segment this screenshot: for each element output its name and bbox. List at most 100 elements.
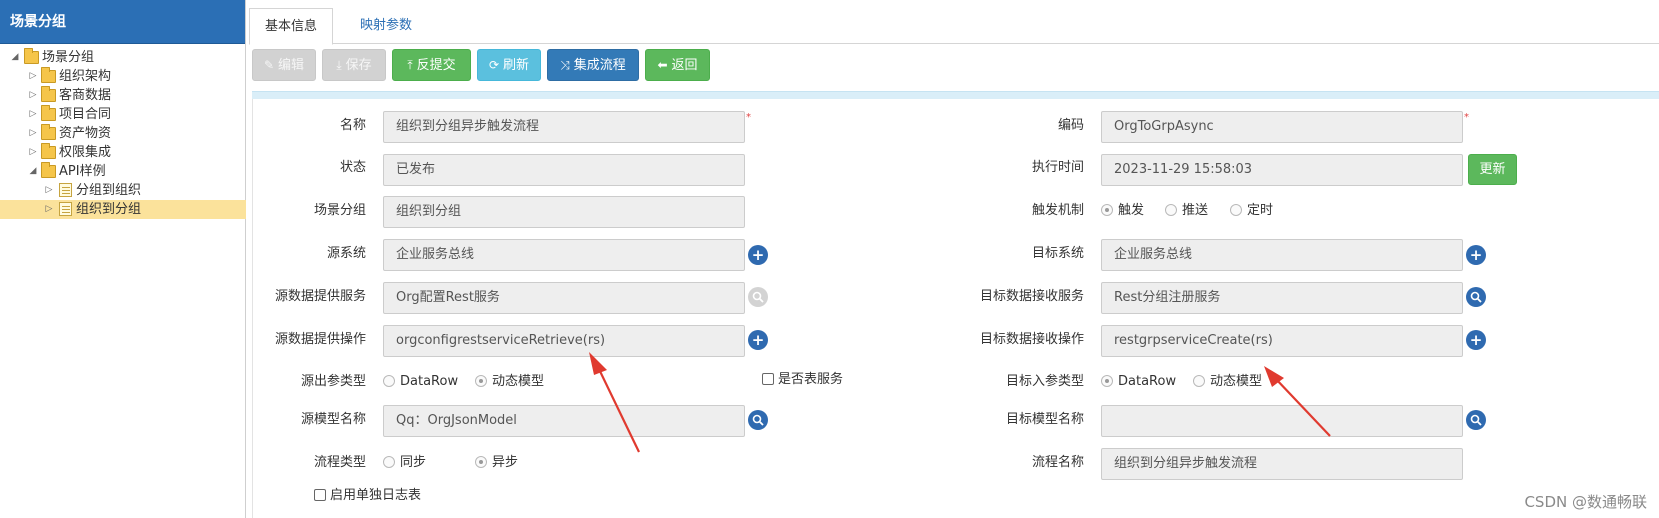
arrow-left-icon: ⬅	[657, 58, 668, 72]
target-in-type-radio-group: DataRow 动态模型	[1101, 372, 1301, 392]
flow-name-field[interactable]: 组织到分组异步触发流程	[1101, 448, 1463, 480]
shuffle-icon: ⤨	[560, 58, 570, 72]
option-label: DataRow	[1118, 374, 1177, 389]
expand-triangle-icon[interactable]: ▷	[28, 105, 38, 124]
update-button[interactable]: 更新	[1468, 154, 1517, 185]
scene-group-field[interactable]: 组织到分组	[383, 196, 745, 228]
tree-node-group-to-org[interactable]: ▷ 分组到组织	[0, 181, 246, 200]
expand-triangle-icon[interactable]: ▷	[28, 124, 38, 143]
collapse-triangle-icon[interactable]: ◢	[28, 162, 38, 181]
exec-time-label: 执行时间	[1031, 160, 1084, 175]
flow-type-radio-group: 同步 异步	[383, 453, 583, 473]
target-system-label: 目标系统	[1031, 246, 1084, 261]
save-button[interactable]: ⤓ 保存	[322, 49, 386, 81]
integration-flow-label: 集成流程	[573, 58, 626, 73]
target-service-field[interactable]: Rest分组注册服务	[1101, 282, 1463, 314]
trigger-option-scheduled[interactable]: 定时	[1230, 201, 1273, 221]
expand-triangle-icon[interactable]: ▷	[28, 67, 38, 86]
target-service-label: 目标数据接收服务	[979, 289, 1084, 304]
radio-icon	[383, 374, 395, 387]
tree-node-project-contract[interactable]: ▷ 项目合同	[0, 105, 246, 124]
required-marker: *	[1464, 112, 1469, 123]
checkbox-icon	[762, 372, 774, 385]
search-icon[interactable]	[1466, 410, 1486, 430]
add-icon[interactable]: +	[1466, 245, 1486, 265]
flow-type-option-async[interactable]: 异步	[475, 453, 518, 473]
source-model-label: 源模型名称	[300, 412, 366, 427]
option-label: 推送	[1182, 203, 1209, 218]
radio-icon	[1165, 203, 1177, 216]
tab-mapping-params[interactable]: 映射参数	[345, 8, 427, 45]
source-operation-field[interactable]: orgconfigrestserviceRetrieve(rs)	[383, 325, 745, 357]
collapse-triangle-icon[interactable]: ◢	[10, 48, 20, 67]
tab-basic-info[interactable]: 基本信息	[249, 8, 334, 45]
is-table-service-checkbox[interactable]: 是否表服务	[762, 370, 843, 390]
download-icon: ⤓	[336, 58, 342, 72]
tree-node-org-structure[interactable]: ▷ 组织架构	[0, 67, 246, 86]
option-label: 定时	[1247, 203, 1274, 218]
tree-node-label: API样例	[59, 164, 106, 179]
source-out-option-datarow[interactable]: DataRow	[383, 372, 458, 392]
folder-icon	[41, 105, 56, 121]
expand-triangle-icon[interactable]: ▷	[28, 143, 38, 162]
refresh-button[interactable]: ⟳ 刷新	[477, 49, 541, 81]
target-system-field[interactable]: 企业服务总线	[1101, 239, 1463, 271]
tree-node-api-sample[interactable]: ◢ API样例	[0, 162, 246, 181]
checkbox-label: 是否表服务	[778, 372, 844, 387]
search-icon[interactable]	[1466, 287, 1486, 307]
source-out-type-radio-group: DataRow 动态模型	[383, 372, 583, 392]
radio-checked-icon	[1101, 374, 1113, 387]
radio-checked-icon	[1101, 203, 1113, 216]
add-icon[interactable]: +	[748, 245, 768, 265]
edit-button[interactable]: ✎ 编辑	[252, 49, 316, 81]
add-icon[interactable]: +	[748, 330, 768, 350]
expand-triangle-icon[interactable]: ▷	[28, 86, 38, 105]
tree-node-assets[interactable]: ▷ 资产物资	[0, 124, 246, 143]
name-field[interactable]: 组织到分组异步触发流程	[383, 111, 745, 143]
search-icon[interactable]	[748, 287, 768, 307]
folder-open-icon	[41, 162, 56, 178]
source-model-field[interactable]: Qq：OrgJsonModel	[383, 405, 745, 437]
expand-triangle-icon[interactable]: ▷	[44, 181, 54, 200]
tree-node-customer-data[interactable]: ▷ 客商数据	[0, 86, 246, 105]
back-button[interactable]: ⬅ 返回	[645, 49, 710, 81]
source-system-field[interactable]: 企业服务总线	[383, 239, 745, 271]
target-model-field[interactable]	[1101, 405, 1463, 437]
trigger-label: 触发机制	[1031, 203, 1084, 218]
status-field[interactable]: 已发布	[383, 154, 745, 186]
flow-name-label: 流程名称	[1031, 455, 1084, 470]
target-in-option-datarow[interactable]: DataRow	[1101, 372, 1176, 392]
radio-icon	[1230, 203, 1242, 216]
header-strip	[252, 91, 1659, 99]
tree-node-permission[interactable]: ▷ 权限集成	[0, 143, 246, 162]
source-service-field[interactable]: Org配置Rest服务	[383, 282, 745, 314]
exec-time-field[interactable]: 2023-11-29 15:58:03	[1101, 154, 1463, 186]
target-model-label: 目标模型名称	[1005, 412, 1084, 427]
sidebar: 场景分组 ◢ 场景分组 ▷ 组织架构 ▷ 客商数据 ▷ 项目合同 ▷ 资产物资 …	[0, 0, 246, 518]
target-in-option-dynamic[interactable]: 动态模型	[1193, 372, 1262, 392]
target-operation-field[interactable]: restgrpserviceCreate(rs)	[1101, 325, 1463, 357]
search-icon[interactable]	[748, 410, 768, 430]
expand-triangle-icon[interactable]: ▷	[44, 200, 54, 219]
status-label: 状态	[339, 160, 366, 175]
tree-node-org-to-group[interactable]: ▷ 组织到分组	[0, 200, 246, 219]
target-in-type-label: 目标入参类型	[1005, 374, 1084, 389]
source-operation-label: 源数据提供操作	[274, 332, 366, 347]
code-field[interactable]: OrgToGrpAsync	[1101, 111, 1463, 143]
edit-icon: ✎	[263, 58, 275, 72]
integration-flow-button[interactable]: ⤨ 集成流程	[547, 49, 639, 81]
tree-node-root[interactable]: ◢ 场景分组	[0, 48, 246, 67]
tree-node-label: 资产物资	[59, 126, 112, 141]
file-icon	[59, 183, 72, 197]
source-out-option-dynamic[interactable]: 动态模型	[475, 372, 544, 392]
unsubmit-label: 反提交	[416, 58, 456, 73]
flow-type-option-sync[interactable]: 同步	[383, 453, 426, 473]
trigger-option-push[interactable]: 推送	[1165, 201, 1208, 221]
unsubmit-button[interactable]: ⤒ 反提交	[392, 49, 471, 81]
trigger-radio-group: 触发 推送 定时	[1101, 201, 1321, 221]
separate-log-checkbox[interactable]: 启用单独日志表	[314, 486, 421, 506]
scene-group-label: 场景分组	[313, 203, 366, 218]
trigger-option-trigger[interactable]: 触发	[1101, 201, 1144, 221]
add-icon[interactable]: +	[1466, 330, 1486, 350]
unsubmit-icon: ⤒	[407, 58, 413, 72]
